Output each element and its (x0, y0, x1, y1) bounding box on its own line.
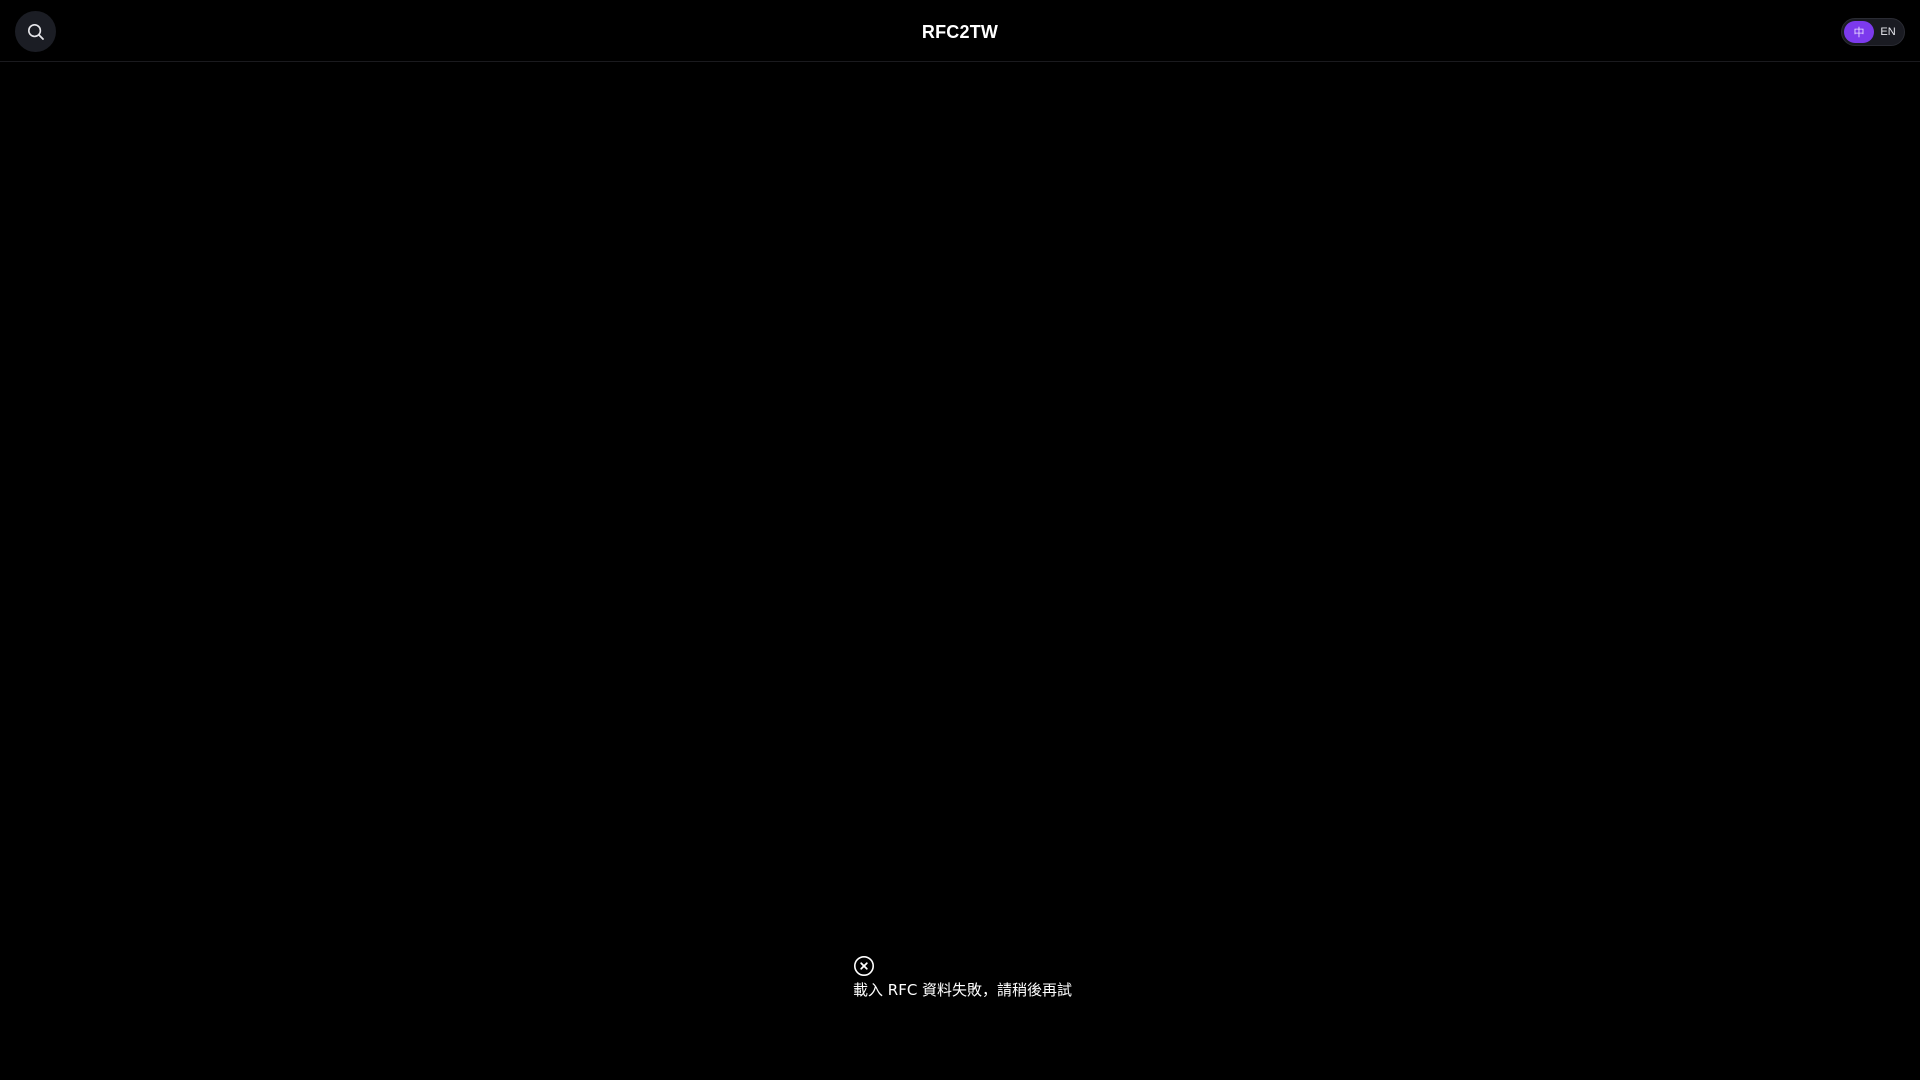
language-toggle[interactable]: 中 EN (1841, 18, 1905, 46)
close-circle-icon (854, 956, 874, 976)
app-page: RFC2TW 中 EN 載入 RFC 資料失敗，請稍後再試 (0, 0, 1920, 1080)
error-message: 載入 RFC 資料失敗，請稍後再試 (853, 981, 1073, 999)
top-bar: RFC2TW 中 EN (0, 0, 1920, 62)
error-message-box: 載入 RFC 資料失敗，請稍後再試 (853, 955, 1113, 1000)
page-title: RFC2TW (921, 22, 999, 42)
search-icon (27, 23, 44, 40)
search-button[interactable] (15, 11, 56, 52)
language-option-en[interactable]: EN (1874, 21, 1902, 43)
language-option-zh[interactable]: 中 (1844, 21, 1874, 43)
